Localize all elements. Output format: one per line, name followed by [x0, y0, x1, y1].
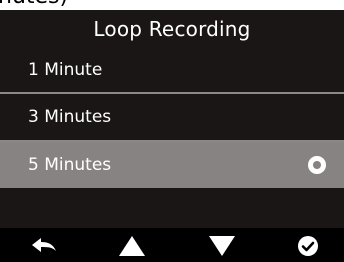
option-label: 3 Minutes: [28, 107, 112, 127]
title-bar: Loop Recording: [0, 10, 344, 48]
empty-list-area: [0, 188, 344, 228]
down-triangle-icon: [209, 236, 235, 256]
up-triangle-icon: [119, 236, 145, 256]
option-1-minute[interactable]: 1 Minute: [0, 48, 344, 92]
option-label: 1 Minute: [28, 60, 103, 80]
up-button[interactable]: [112, 231, 152, 261]
bottom-toolbar: [0, 228, 344, 262]
option-label: 5 Minutes: [28, 155, 112, 175]
options-list: 1 Minute 3 Minutes 5 Minutes: [0, 48, 344, 188]
confirm-check-icon: [298, 236, 318, 256]
back-arrow-icon: [32, 238, 56, 252]
option-3-minutes[interactable]: 3 Minutes: [0, 94, 344, 140]
down-button[interactable]: [202, 231, 242, 261]
radio-selected-icon: [308, 156, 326, 174]
cutoff-header-text: nutes): [0, 0, 68, 8]
page-title: Loop Recording: [93, 17, 251, 41]
confirm-button[interactable]: [288, 231, 328, 261]
top-cutoff-strip: nutes): [0, 0, 344, 10]
back-button[interactable]: [24, 231, 64, 261]
option-5-minutes[interactable]: 5 Minutes: [0, 142, 344, 188]
